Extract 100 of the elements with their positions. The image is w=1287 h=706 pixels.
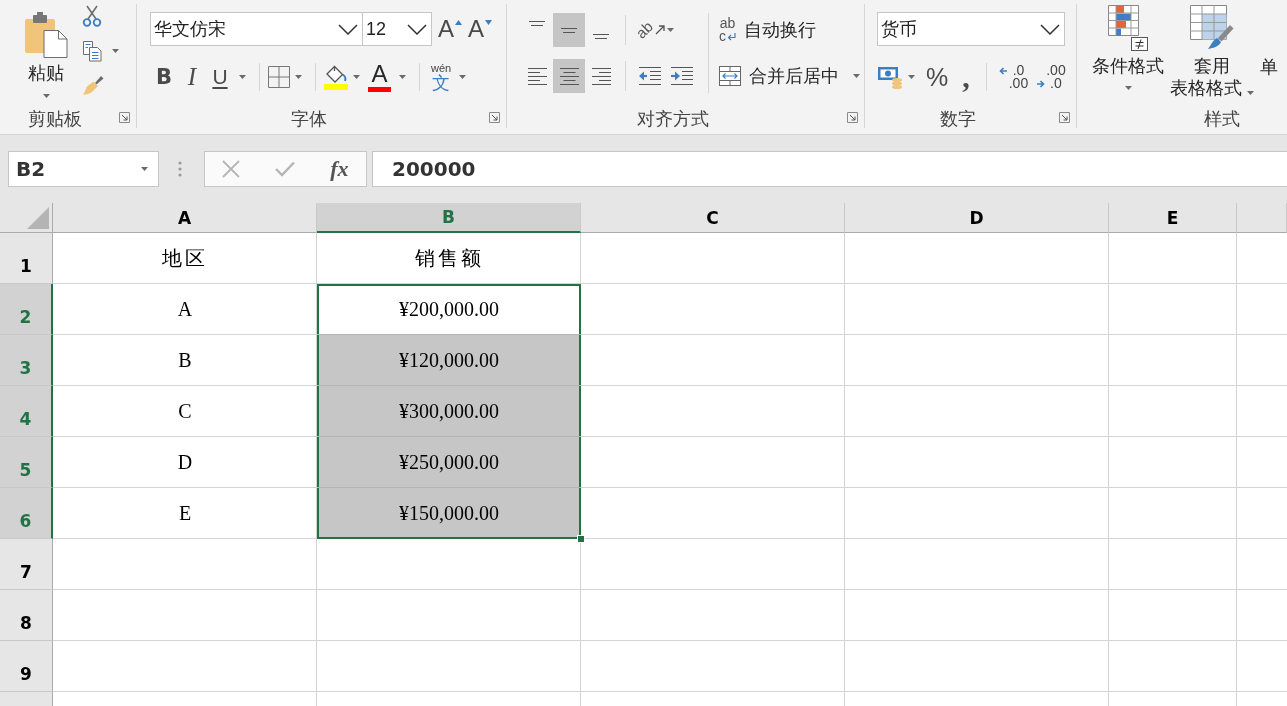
cell-styles-button[interactable]: 单 (1260, 56, 1278, 78)
column-header[interactable]: E (1109, 203, 1237, 233)
comma-style-button[interactable]: , (954, 62, 978, 92)
caret-icon[interactable] (112, 49, 119, 53)
return-arrow-icon (727, 32, 736, 41)
row-header[interactable]: 8 (0, 590, 53, 641)
checkmark-icon[interactable] (275, 161, 296, 177)
number-format-box[interactable]: 货币 (877, 12, 1065, 46)
align-middle-button[interactable] (553, 13, 585, 47)
table-cell[interactable]: 销售额 (317, 233, 581, 284)
align-bottom-icon (593, 34, 609, 39)
caret-icon (42, 93, 50, 98)
increase-decimal-button[interactable]: .0 .00 (998, 64, 1029, 90)
chevron-down-icon (407, 23, 427, 35)
align-right-icon (591, 67, 611, 85)
align-top-icon (529, 21, 545, 26)
font-size-box[interactable]: 12 (362, 12, 432, 46)
caret-icon (1247, 90, 1254, 95)
grow-font-button[interactable]: A (438, 14, 462, 44)
caret-icon[interactable] (399, 75, 406, 79)
caret-icon[interactable] (853, 74, 860, 78)
merge-center-button[interactable]: 合并后居中 (719, 64, 839, 88)
font-name-box[interactable]: 华文仿宋 (150, 12, 363, 46)
group-label: 数字 (939, 108, 976, 131)
triangle-down-icon (485, 20, 492, 25)
name-box[interactable]: B2 (8, 151, 159, 187)
caret-icon (1124, 86, 1132, 90)
conditional-formatting-button[interactable]: 条件格式 (1092, 5, 1164, 90)
fill-handle[interactable] (577, 535, 585, 543)
caret-icon[interactable] (239, 75, 246, 79)
row-header[interactable]: 9 (0, 641, 53, 692)
table-cell[interactable]: ¥120,000.00 (317, 335, 581, 386)
paste-button[interactable]: 粘贴 (22, 5, 70, 104)
row-header[interactable]: 7 (0, 539, 53, 590)
align-middle-icon (561, 27, 577, 33)
swatch-icon (368, 86, 391, 92)
row-header[interactable]: 1 (0, 233, 53, 284)
table-brush-icon (1190, 5, 1234, 51)
indent-decrease-icon[interactable] (638, 66, 662, 86)
table-cell[interactable]: B (53, 335, 317, 386)
column-header[interactable]: C (581, 203, 845, 233)
data-bars-grid-icon (1108, 5, 1148, 51)
caret-icon[interactable] (459, 75, 467, 79)
percent-button[interactable]: % (920, 62, 955, 92)
formula-field[interactable]: 200000 (372, 151, 1287, 187)
font-color-button[interactable]: A (365, 62, 394, 92)
table-cell[interactable]: D (53, 437, 317, 488)
group-label: 样式 (1204, 108, 1240, 131)
border-grid-icon[interactable] (268, 66, 290, 88)
column-header[interactable]: D (845, 203, 1109, 233)
format-as-table-button[interactable]: 套用 表格格式 (1170, 5, 1254, 99)
paintbrush-icon[interactable] (82, 75, 104, 95)
row-header[interactable]: 2 (0, 284, 53, 335)
bold-button[interactable]: B (150, 62, 178, 92)
copy-icon[interactable] (82, 40, 102, 62)
table-cell[interactable]: ¥300,000.00 (317, 386, 581, 437)
chevron-down-icon (338, 23, 358, 35)
launcher-icon[interactable] (489, 112, 500, 123)
caret-icon[interactable] (141, 167, 148, 171)
orientation-button[interactable]: ab (634, 23, 676, 37)
table-cell[interactable]: 地区 (53, 233, 317, 284)
row-header[interactable]: 3 (0, 335, 53, 386)
column-header[interactable]: A (53, 203, 317, 233)
table-cell[interactable]: C (53, 386, 317, 437)
phonetic-guide-button[interactable]: wén 文 (428, 61, 455, 93)
arrow-icon (654, 25, 665, 35)
decrease-decimal-button[interactable]: .00 .0 (1036, 64, 1066, 90)
group-label: 剪贴板 (28, 108, 82, 131)
caret-icon (666, 28, 674, 32)
scissors-icon[interactable] (82, 5, 102, 27)
launcher-icon[interactable] (847, 112, 858, 123)
arrow-left-icon (998, 66, 1008, 75)
row-header[interactable]: 6 (0, 488, 53, 539)
grip-dots-icon[interactable] (178, 161, 182, 177)
row-header[interactable]: 5 (0, 437, 53, 488)
table-cell[interactable]: E (53, 488, 317, 539)
italic-button[interactable]: I (178, 62, 206, 92)
column-header[interactable]: B (317, 203, 581, 233)
launcher-icon[interactable] (119, 112, 130, 123)
table-cell[interactable]: A (53, 284, 317, 335)
group-label: 对齐方式 (636, 108, 709, 131)
merge-cells-icon (719, 66, 741, 86)
triangle-up-icon (455, 20, 462, 25)
shrink-font-button[interactable]: A (468, 14, 492, 44)
table-cell[interactable]: ¥250,000.00 (317, 437, 581, 488)
underline-button[interactable]: U (206, 62, 234, 92)
indent-increase-icon[interactable] (670, 66, 694, 86)
caret-icon[interactable] (295, 75, 302, 79)
insert-function-button[interactable]: fx (330, 156, 349, 182)
caret-icon[interactable] (908, 75, 915, 79)
table-cell[interactable]: ¥200,000.00 (317, 284, 581, 335)
group-label: 字体 (290, 108, 327, 131)
align-left-icon (527, 67, 547, 85)
caret-icon[interactable] (353, 75, 360, 79)
row-header[interactable]: 4 (0, 386, 53, 437)
banknote-coins-icon[interactable] (877, 64, 903, 90)
align-center-button[interactable] (553, 59, 585, 93)
paint-bucket-icon[interactable] (324, 64, 348, 90)
launcher-icon[interactable] (1059, 112, 1070, 123)
clipboard-icon (24, 11, 68, 58)
